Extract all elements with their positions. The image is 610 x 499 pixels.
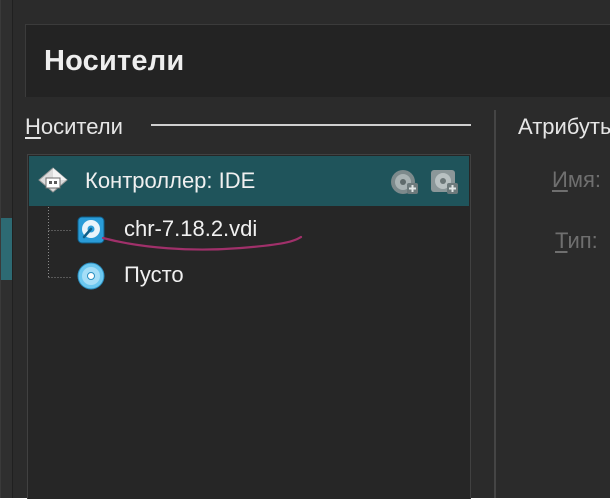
storage-group-label-text: осители <box>40 114 123 139</box>
storage-group-label: Носители <box>25 114 123 140</box>
optical-disc-icon <box>77 262 105 290</box>
controller-label: Контроллер: IDE <box>85 168 256 193</box>
optical-add-icon <box>431 170 458 194</box>
group-divider <box>151 124 471 126</box>
settings-category-selected[interactable] <box>1 218 12 280</box>
attribute-name-label: Имя: <box>552 167 601 193</box>
attribute-type-mnemonic: Т <box>555 228 568 253</box>
tree-connector-lines <box>48 207 72 279</box>
attributes-title: Атрибуты <box>518 114 610 139</box>
attribute-name-mnemonic: И <box>552 167 568 192</box>
optical-drive-label: Пусто <box>124 262 184 287</box>
page-title: Носители <box>44 45 185 77</box>
settings-category-list[interactable] <box>1 0 13 498</box>
storage-tree[interactable]: Контроллер: IDE chr-7.18.2.vdi Пусто <box>27 154 471 499</box>
attribute-type-label: Тип: <box>555 228 598 254</box>
add-optical-drive-button[interactable] <box>429 167 459 197</box>
attribute-name-text: мя: <box>567 167 601 192</box>
attribute-type-text: ип: <box>567 228 598 253</box>
add-hard-disk-button[interactable] <box>389 167 419 197</box>
tree-item-optical-drive[interactable]: Пусто <box>76 259 276 293</box>
ide-controller-icon <box>38 167 68 193</box>
storage-settings-window: Носители Носители Контроллер: IDE chr-7.… <box>0 0 610 499</box>
handwritten-underline-annotation <box>101 235 303 251</box>
hdd-add-icon <box>391 170 418 194</box>
page-header: Носители <box>25 24 610 97</box>
panel-splitter[interactable] <box>494 110 496 498</box>
tree-item-controller-ide[interactable]: Контроллер: IDE <box>29 156 469 206</box>
storage-group-mnemonic: Н <box>25 114 41 139</box>
